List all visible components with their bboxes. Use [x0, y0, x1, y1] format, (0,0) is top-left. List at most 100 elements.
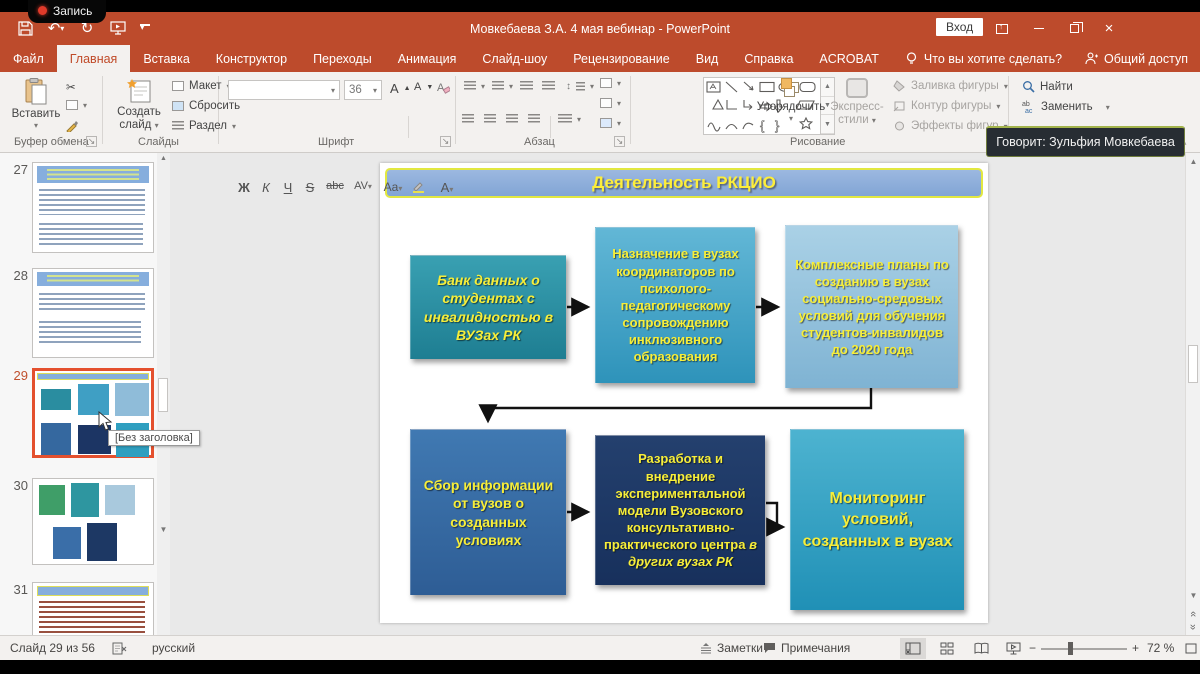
tab-review[interactable]: Рецензирование — [560, 45, 683, 72]
decrease-indent-icon[interactable] — [520, 81, 533, 91]
diagram-box-coordinators[interactable]: Назначение в вузах координаторов по псих… — [595, 227, 755, 383]
close-icon[interactable]: × — [1092, 12, 1126, 45]
shape-outline-button[interactable]: Контур фигуры▾ — [893, 100, 1000, 112]
diagram-box-monitoring[interactable]: Мониторинг условий, созданных в вузах — [790, 429, 964, 610]
strike-abc-button[interactable]: abc — [322, 180, 348, 192]
slide-thumbnail-28[interactable] — [32, 268, 154, 358]
line-spacing-button[interactable]: ↕▾ — [566, 81, 594, 92]
fit-to-window-button[interactable] — [1178, 638, 1200, 659]
convert-smartart-button[interactable]: ▾ — [600, 118, 621, 128]
columns-button[interactable]: ▾ — [558, 114, 581, 124]
start-slideshow-icon[interactable] — [109, 19, 127, 37]
tab-insert[interactable]: Вставка — [130, 45, 202, 72]
spellcheck-icon[interactable] — [112, 636, 127, 660]
font-dialog-launcher[interactable]: ↘ — [440, 136, 451, 147]
tab-view[interactable]: Вид — [683, 45, 732, 72]
underline-button[interactable]: Ч — [278, 180, 298, 195]
share-label: Общий доступ — [1104, 52, 1188, 66]
ribbon-display-options-icon[interactable] — [985, 12, 1019, 45]
search-icon — [1022, 80, 1035, 93]
paste-label: Вставить — [12, 108, 61, 121]
paste-button[interactable]: Вставить ▾ — [12, 78, 60, 130]
character-spacing-button[interactable]: AV▾ — [350, 180, 376, 192]
section-button[interactable]: Раздел▾ — [172, 120, 236, 132]
copy-button[interactable]: ▾ — [66, 100, 87, 110]
text-direction-button[interactable]: ▾ — [600, 78, 621, 88]
change-case-button[interactable]: Aa▾ — [380, 180, 406, 194]
new-slide-button[interactable]: Создать слайд ▾ — [112, 78, 166, 132]
slideshow-view-button[interactable] — [1000, 638, 1026, 659]
tab-acrobat[interactable]: ACROBAT — [806, 45, 892, 72]
slide-thumbnail-30[interactable] — [32, 478, 154, 565]
zoom-out-button[interactable]: − — [1029, 636, 1036, 660]
diagram-box-model-development[interactable]: Разработка и внедрение экспериментальной… — [595, 435, 765, 585]
align-right-icon[interactable] — [506, 114, 518, 124]
strikethrough-button[interactable]: S — [300, 180, 320, 195]
share-button[interactable]: Общий доступ — [1085, 45, 1188, 72]
tab-animations[interactable]: Анимация — [385, 45, 470, 72]
justify-icon[interactable] — [528, 114, 540, 124]
font-size-value: 36 — [349, 84, 362, 96]
font-size-combobox[interactable]: 36▾ — [344, 80, 382, 100]
zoom-slider-track[interactable] — [1041, 648, 1127, 650]
restore-icon[interactable] — [1057, 12, 1091, 45]
diagram-box-info-collection[interactable]: Сбор информации от вузов о созданных усл… — [410, 429, 566, 595]
clipboard-dialog-launcher[interactable]: ↘ — [86, 136, 97, 147]
quick-styles-button[interactable]: Экспресс- стили ▾ — [828, 78, 886, 127]
paragraph-dialog-launcher[interactable]: ↘ — [614, 136, 625, 147]
slide-area-scrollbar[interactable]: ▲ ▼ « « — [1185, 153, 1200, 635]
reset-button[interactable]: Сбросить — [172, 100, 240, 112]
font-color-button[interactable]: А▾ — [436, 180, 458, 195]
replace-button[interactable]: abac Заменить▾ — [1022, 100, 1110, 114]
tell-me-box[interactable]: Что вы хотите сделать? — [892, 45, 1076, 72]
slide-thumbnail-31[interactable] — [32, 582, 154, 635]
clipboard-group-label: Буфер обмена — [14, 136, 89, 148]
slide-29-canvas[interactable]: Деятельность РКЦИО Банк данных о студент… — [380, 163, 988, 623]
format-painter-button[interactable] — [66, 120, 78, 132]
increase-indent-icon[interactable] — [542, 81, 555, 91]
clear-formatting-icon[interactable]: А — [437, 81, 450, 94]
sign-in-button[interactable]: Вход — [936, 18, 983, 36]
tab-transitions[interactable]: Переходы — [300, 45, 385, 72]
thumbnails-scrollbar[interactable]: ▲ ▼ — [157, 153, 170, 635]
tab-home[interactable]: Главная — [57, 45, 131, 72]
save-icon[interactable] — [16, 19, 34, 37]
status-bar: Слайд 29 из 56 русский Заметки Примечани… — [0, 635, 1200, 660]
zoom-in-button[interactable]: + — [1132, 636, 1139, 660]
shape-fill-button[interactable]: Заливка фигуры▾ — [893, 80, 1008, 92]
find-button[interactable]: Найти — [1022, 80, 1073, 93]
font-name-combobox[interactable]: ▾ — [228, 80, 340, 100]
slide-thumbnail-27[interactable] — [32, 162, 154, 253]
align-left-icon[interactable] — [462, 114, 474, 124]
decrease-font-icon[interactable]: А▼ — [414, 81, 433, 93]
tab-file[interactable]: Файл — [0, 45, 57, 72]
layout-button[interactable]: Макет▾ — [172, 80, 231, 92]
tab-slideshow[interactable]: Слайд-шоу — [469, 45, 560, 72]
bold-button[interactable]: Ж — [234, 180, 254, 195]
numbering-button[interactable]: ▾ — [492, 81, 513, 91]
tab-design[interactable]: Конструктор — [203, 45, 300, 72]
arrange-button[interactable]: Упорядочить ▾ — [758, 78, 824, 123]
customize-qat-icon[interactable] — [140, 24, 150, 32]
align-center-icon[interactable] — [484, 114, 496, 124]
highlight-color-button[interactable] — [412, 180, 434, 193]
tab-help[interactable]: Справка — [731, 45, 806, 72]
comments-button[interactable]: Примечания — [763, 636, 850, 660]
reading-view-button[interactable] — [968, 638, 994, 659]
scroll-up-icon: ▲ — [1186, 157, 1200, 166]
zoom-slider-thumb[interactable] — [1068, 642, 1073, 655]
zoom-level[interactable]: 72 % — [1147, 636, 1174, 660]
bullets-button[interactable]: ▾ — [464, 81, 485, 91]
align-text-button[interactable]: ▾ — [600, 98, 621, 108]
cut-button[interactable]: ✂ — [66, 80, 76, 94]
notes-button[interactable]: Заметки — [700, 636, 763, 660]
slide-sorter-button[interactable] — [934, 638, 960, 659]
italic-button[interactable]: К — [256, 180, 276, 195]
increase-font-icon[interactable]: А▲ — [390, 81, 411, 96]
diagram-box-databank[interactable]: Банк данных о студентах с инвалидностью … — [410, 255, 566, 359]
diagram-box-complex-plans[interactable]: Комплексные планы по созданию в вузах со… — [785, 225, 958, 388]
minimize-icon[interactable] — [1022, 12, 1056, 45]
language-indicator[interactable]: русский — [152, 636, 195, 660]
shape-fill-icon — [893, 80, 906, 92]
normal-view-button[interactable] — [900, 638, 926, 659]
